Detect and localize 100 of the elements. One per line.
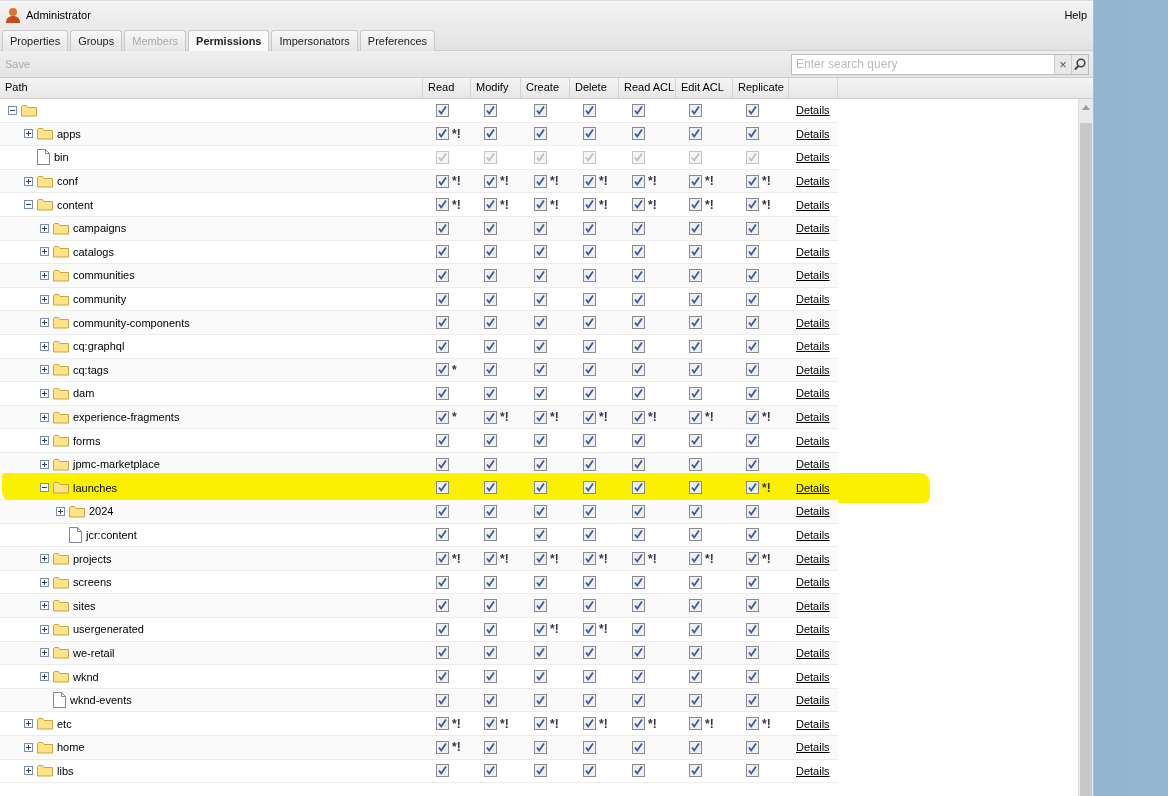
details-link[interactable]: Details [789, 458, 830, 471]
expand-icon[interactable] [40, 624, 49, 634]
checkbox[interactable] [746, 575, 759, 589]
checkbox[interactable] [632, 740, 645, 754]
details-link[interactable]: Details [789, 340, 830, 353]
checkbox[interactable] [534, 764, 547, 778]
checkbox[interactable] [632, 174, 645, 188]
checkbox[interactable] [583, 693, 596, 707]
checkbox[interactable] [746, 363, 759, 377]
checkbox[interactable] [583, 316, 596, 330]
checkbox[interactable] [632, 528, 645, 542]
details-link[interactable]: Details [789, 269, 830, 282]
tree-item-label[interactable]: etc [57, 717, 72, 730]
checkbox[interactable] [484, 410, 497, 424]
checkbox[interactable] [746, 622, 759, 636]
checkbox[interactable] [436, 245, 449, 259]
checkbox[interactable] [583, 103, 596, 117]
checkbox[interactable] [746, 221, 759, 235]
checkbox[interactable] [583, 386, 596, 400]
checkbox[interactable] [484, 363, 497, 377]
checkbox[interactable] [746, 528, 759, 542]
checkbox[interactable] [534, 103, 547, 117]
checkbox[interactable] [689, 599, 702, 613]
checkbox[interactable] [746, 504, 759, 518]
tree-item-label[interactable]: campaigns [73, 222, 127, 235]
expand-icon[interactable] [24, 719, 33, 729]
checkbox[interactable] [484, 198, 497, 212]
tab[interactable]: Preferences [359, 30, 436, 51]
details-link[interactable]: Details [789, 222, 830, 235]
checkbox[interactable] [583, 410, 596, 424]
checkbox[interactable] [484, 575, 497, 589]
checkbox[interactable] [583, 198, 596, 212]
checkbox[interactable] [534, 174, 547, 188]
checkbox[interactable] [746, 245, 759, 259]
checkbox[interactable] [689, 268, 702, 282]
checkbox[interactable] [689, 504, 702, 518]
collapse-icon[interactable] [40, 483, 49, 493]
checkbox[interactable] [689, 363, 702, 377]
checkbox[interactable] [689, 292, 702, 306]
scrollbar[interactable] [1078, 99, 1093, 796]
checkbox[interactable] [632, 504, 645, 518]
checkbox[interactable] [632, 410, 645, 424]
checkbox[interactable] [534, 268, 547, 282]
expand-icon[interactable] [40, 601, 49, 611]
tree-item-label[interactable]: cq:graphql [73, 340, 125, 353]
checkbox[interactable] [534, 316, 547, 330]
checkbox[interactable] [632, 103, 645, 117]
expand-icon[interactable] [40, 672, 49, 682]
checkbox[interactable] [583, 245, 596, 259]
tree-item-label[interactable]: home [57, 741, 85, 754]
checkbox[interactable] [436, 552, 449, 566]
expand-icon[interactable] [40, 318, 49, 328]
checkbox[interactable] [436, 127, 449, 141]
checkbox[interactable] [632, 670, 645, 684]
checkbox[interactable] [689, 646, 702, 660]
details-link[interactable]: Details [789, 175, 830, 188]
checkbox[interactable] [632, 363, 645, 377]
checkbox[interactable] [746, 552, 759, 566]
checkbox[interactable] [746, 174, 759, 188]
checkbox[interactable] [689, 740, 702, 754]
checkbox[interactable] [484, 221, 497, 235]
checkbox[interactable] [484, 764, 497, 778]
expand-icon[interactable] [40, 436, 49, 446]
checkbox[interactable] [534, 552, 547, 566]
checkbox[interactable] [534, 717, 547, 731]
tree-item-label[interactable]: conf [57, 175, 78, 188]
checkbox[interactable] [583, 127, 596, 141]
checkbox[interactable] [484, 504, 497, 518]
checkbox[interactable] [689, 670, 702, 684]
checkbox[interactable] [484, 386, 497, 400]
expand-icon[interactable] [40, 459, 49, 469]
checkbox[interactable] [632, 245, 645, 259]
checkbox[interactable] [746, 481, 759, 495]
checkbox[interactable] [746, 693, 759, 707]
details-link[interactable]: Details [789, 694, 830, 707]
details-link[interactable]: Details [789, 505, 830, 518]
details-link[interactable]: Details [789, 599, 830, 612]
checkbox[interactable] [484, 717, 497, 731]
checkbox[interactable] [436, 292, 449, 306]
tree-item-label[interactable]: communities [73, 269, 135, 282]
tree-item-label[interactable]: dam [73, 387, 95, 400]
checkbox[interactable] [534, 481, 547, 495]
details-link[interactable]: Details [789, 576, 830, 589]
checkbox[interactable] [534, 434, 547, 448]
checkbox[interactable] [534, 670, 547, 684]
tree-item-label[interactable]: community-components [73, 316, 190, 329]
checkbox[interactable] [583, 552, 596, 566]
checkbox[interactable] [534, 646, 547, 660]
expand-icon[interactable] [40, 270, 49, 280]
checkbox[interactable] [746, 717, 759, 731]
checkbox[interactable] [689, 622, 702, 636]
search-button[interactable] [1071, 54, 1088, 74]
checkbox[interactable] [436, 599, 449, 613]
tab[interactable]: Groups [70, 30, 123, 51]
expand-icon[interactable] [40, 388, 49, 398]
checkbox[interactable] [436, 221, 449, 235]
checkbox[interactable] [583, 292, 596, 306]
checkbox[interactable] [436, 198, 449, 212]
checkbox[interactable] [484, 292, 497, 306]
checkbox[interactable] [484, 622, 497, 636]
